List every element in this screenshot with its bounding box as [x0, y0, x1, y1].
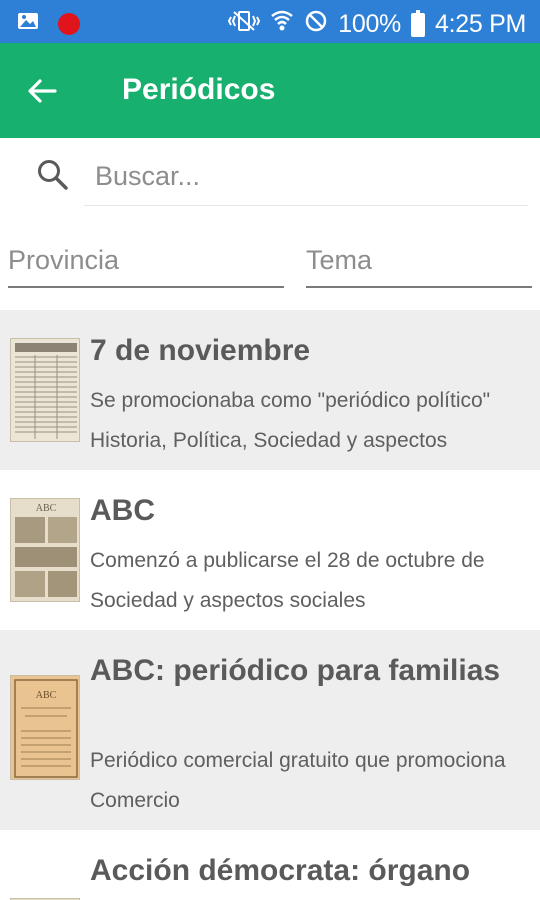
clock: 4:25 PM — [434, 10, 526, 38]
item-title: ABC: periódico para familias — [90, 654, 501, 687]
do-not-disturb-icon — [304, 9, 328, 40]
status-bar: 100% 4:25 PM — [0, 0, 540, 43]
list-item[interactable]: 7 de noviembre Se promocionaba como "per… — [0, 310, 540, 470]
item-tags: Comercio — [90, 789, 180, 812]
search-bar — [0, 138, 540, 218]
wifi-icon — [270, 8, 294, 41]
provincia-dropdown[interactable]: Provincia — [8, 240, 284, 288]
item-title: 7 de noviembre — [90, 334, 311, 367]
battery-icon — [410, 9, 425, 37]
item-description: Comenzó a publicarse el 28 de octubre de — [90, 549, 485, 572]
newspaper-list: 7 de noviembre Se promocionaba como "per… — [0, 310, 540, 900]
tema-dropdown[interactable]: Tema — [306, 240, 532, 288]
newspaper-thumbnail: ABC — [10, 498, 80, 602]
search-input[interactable] — [84, 148, 528, 206]
app-bar: Periódicos — [0, 43, 540, 138]
tema-label: Tema — [306, 245, 373, 275]
list-item[interactable]: Acción démocrata: órgano — [0, 830, 540, 900]
svg-text:ABC: ABC — [36, 690, 57, 701]
battery-percent: 100% — [338, 10, 401, 38]
newspaper-thumbnail — [10, 338, 80, 442]
newspaper-thumbnail: ABC — [10, 675, 80, 780]
item-title: ABC — [90, 494, 155, 527]
record-icon — [58, 12, 80, 35]
item-tags: Historia, Política, Sociedad y aspectos — [90, 429, 448, 452]
svg-text:ABC: ABC — [36, 503, 57, 514]
item-tags: Sociedad y aspectos sociales — [90, 589, 366, 612]
status-bar-right: 100% 4:25 PM — [228, 8, 526, 41]
list-item[interactable]: ABC ABC: periódico para familias Periódi… — [0, 630, 540, 830]
item-title: Acción démocrata: órgano — [90, 854, 471, 887]
arrow-left-icon — [28, 79, 57, 103]
item-description: Periódico comercial gratuito que promoci… — [90, 749, 506, 772]
item-description: Se promocionaba como "periódico político… — [90, 389, 491, 412]
page-title: Periódicos — [122, 73, 276, 106]
search-icon — [36, 158, 70, 197]
status-bar-left — [16, 9, 80, 38]
back-button[interactable] — [22, 71, 62, 111]
vibrate-icon — [228, 9, 261, 40]
gallery-icon — [16, 9, 40, 38]
list-item[interactable]: ABC ABC Comenzó a publicarse el 28 de oc… — [0, 470, 540, 630]
provincia-label: Provincia — [8, 245, 120, 275]
